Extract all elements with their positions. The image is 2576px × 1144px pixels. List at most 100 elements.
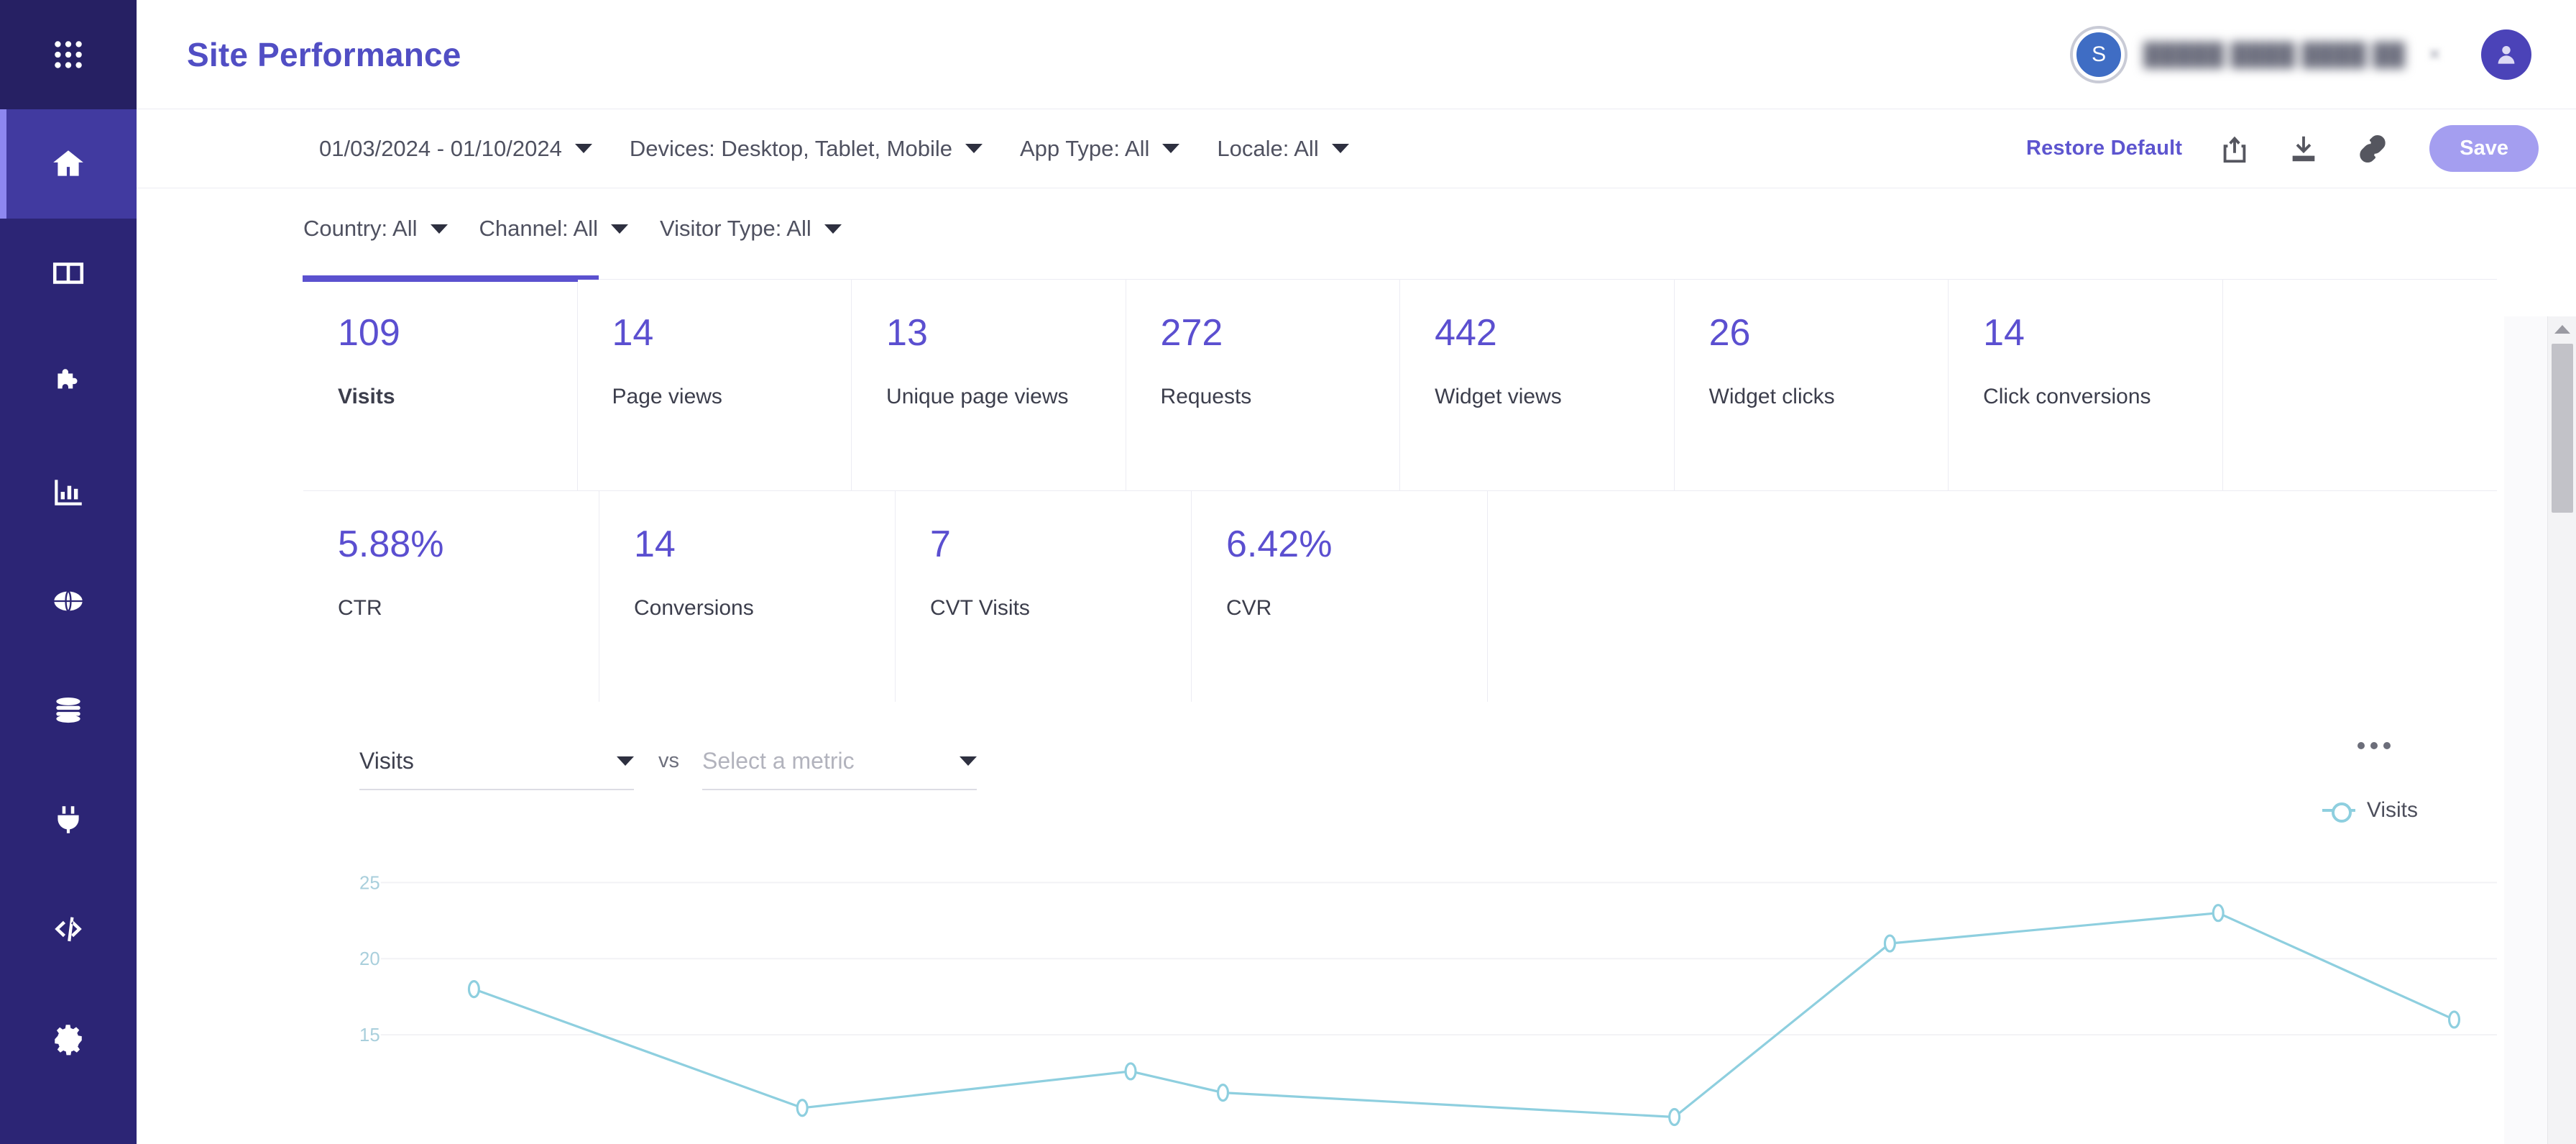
user-profile-button[interactable] (2481, 29, 2531, 80)
sidebar-item-developer[interactable] (0, 874, 137, 984)
chevron-down-icon (574, 144, 592, 153)
kpi-value: 14 (1983, 312, 2025, 354)
legend-label: Visits (2366, 798, 2418, 822)
kpi-card-requests[interactable]: 272 Requests (1126, 280, 1401, 490)
kpi-card-empty (1488, 491, 1784, 702)
secondary-metric-select[interactable]: Select a metric (702, 748, 977, 790)
locale-filter-label: Locale: All (1217, 135, 1319, 161)
visitor-type-filter-label: Visitor Type: All (659, 216, 811, 241)
puzzle-piece-icon (50, 365, 86, 401)
country-filter[interactable]: Country: All (303, 216, 448, 242)
channel-filter[interactable]: Channel: All (479, 216, 628, 242)
close-icon[interactable]: × (2428, 42, 2441, 67)
chevron-down-icon (960, 756, 977, 766)
layout-columns-icon (50, 255, 86, 291)
kpi-value: 109 (338, 312, 400, 354)
kpi-grid: 109 Visits 14 Page views 13 Unique page … (303, 275, 2498, 702)
kpi-card-click-conversions[interactable]: 14 Click conversions (1949, 280, 2223, 490)
gear-icon (50, 1020, 86, 1056)
chevron-down-icon (430, 224, 448, 234)
svg-text:15: 15 (359, 1025, 380, 1045)
chevron-down-icon (1162, 144, 1180, 153)
kpi-label: Requests (1160, 385, 1252, 408)
sidebar-item-integrations[interactable] (0, 765, 137, 874)
page-title: Site Performance (187, 35, 461, 73)
legend-marker-icon (2322, 802, 2355, 823)
vs-label: vs (658, 749, 679, 772)
devices-filter[interactable]: Devices: Desktop, Tablet, Mobile (630, 136, 983, 162)
kpi-label: Page views (612, 385, 722, 408)
save-button[interactable]: Save (2429, 125, 2539, 172)
sidebar-item-global[interactable] (0, 546, 137, 656)
devices-filter-label: Devices: Desktop, Tablet, Mobile (629, 135, 952, 161)
database-icon (50, 692, 86, 728)
filter-bar-actions: Restore Default Save (2026, 125, 2539, 172)
chevron-down-icon (617, 756, 634, 766)
app-type-filter[interactable]: App Type: All (1020, 136, 1180, 162)
download-icon[interactable] (2287, 132, 2320, 165)
sidebar-item-settings[interactable] (0, 984, 137, 1093)
sidebar-item-analytics[interactable] (0, 437, 137, 546)
primary-metric-select[interactable]: Visits (359, 748, 634, 790)
chart-metric-controls: Visits vs Select a metric (303, 748, 2497, 790)
header-account-area: S █████ ████ ████ ██ × (2073, 28, 2547, 81)
scroll-up-arrow[interactable] (2548, 316, 2576, 342)
share-icon[interactable] (2218, 132, 2251, 165)
sidebar-item-layout[interactable] (0, 219, 137, 328)
kpi-card-ctr[interactable]: 5.88% CTR (303, 491, 599, 702)
kpi-value: 442 (1435, 312, 1497, 354)
kpi-card-widget-views[interactable]: 442 Widget views (1400, 280, 1675, 490)
kpi-card-visits[interactable]: 109 Visits (303, 275, 599, 490)
visitor-type-filter[interactable]: Visitor Type: All (660, 216, 842, 242)
sidebar-item-apps[interactable] (0, 0, 137, 109)
country-filter-label: Country: All (303, 216, 418, 241)
primary-metric-value: Visits (359, 748, 414, 774)
vertical-scrollbar[interactable] (2547, 316, 2576, 1144)
right-gutter (2504, 316, 2547, 1144)
visits-line-chart: 25 20 15 (359, 873, 2497, 1127)
metric-chart-panel: Visits vs Select a metric Visits 25 20 15 (303, 702, 2497, 1127)
app-root: Site Performance S █████ ████ ████ ██ × … (0, 0, 2576, 1144)
date-range-filter-label: 01/03/2024 - 01/10/2024 (319, 135, 562, 161)
kpi-card-page-views[interactable]: 14 Page views (577, 280, 852, 490)
locale-filter[interactable]: Locale: All (1217, 135, 1349, 162)
kpi-label: CTR (338, 596, 382, 620)
user-icon (2498, 45, 2515, 64)
bar-chart-icon (50, 474, 86, 510)
restore-default-button[interactable]: Restore Default (2026, 137, 2182, 160)
more-options-icon[interactable] (2358, 742, 2391, 749)
sidebar-item-extensions[interactable] (0, 328, 137, 437)
link-icon[interactable] (2356, 132, 2389, 165)
kpi-value: 14 (634, 523, 676, 565)
filter-bar-primary: 01/03/2024 - 01/10/2024 Devices: Desktop… (137, 109, 2576, 188)
channel-filter-label: Channel: All (479, 216, 598, 241)
kpi-value: 5.88% (338, 523, 444, 565)
kpi-value: 13 (886, 312, 928, 354)
kpi-label: CVR (1226, 596, 1272, 620)
date-range-filter[interactable]: 01/03/2024 - 01/10/2024 (319, 136, 592, 162)
kpi-label: Unique page views (886, 385, 1069, 408)
kpi-label: Widget views (1435, 385, 1562, 408)
svg-text:20: 20 (359, 949, 380, 969)
main-content: Site Performance S █████ ████ ████ ██ × … (137, 0, 2576, 1144)
filter-bar-secondary: Country: All Channel: All Visitor Type: … (137, 188, 2576, 269)
kpi-label: CVT Visits (930, 596, 1030, 620)
sidebar-item-home[interactable] (0, 109, 137, 219)
kpi-card-unique-page-views[interactable]: 13 Unique page views (852, 280, 1126, 490)
kpi-card-widget-clicks[interactable]: 26 Widget clicks (1674, 280, 1949, 490)
kpi-card-cvr[interactable]: 6.42% CVR (1192, 491, 1488, 702)
kpi-card-empty (2222, 280, 2498, 490)
sidebar-item-data[interactable] (0, 656, 137, 765)
chevron-down-icon (610, 224, 628, 234)
kpi-card-conversions[interactable]: 14 Conversions (599, 491, 896, 702)
secondary-metric-placeholder: Select a metric (702, 748, 855, 774)
kpi-value: 7 (930, 523, 951, 565)
account-avatar[interactable]: S (2073, 28, 2125, 81)
globe-icon (50, 583, 86, 619)
kpi-card-cvt-visits[interactable]: 7 CVT Visits (896, 491, 1192, 702)
chart-legend[interactable]: Visits (2322, 798, 2418, 823)
scrollbar-thumb[interactable] (2551, 344, 2573, 513)
kpi-label: Conversions (634, 596, 754, 620)
svg-text:25: 25 (359, 873, 380, 893)
kpi-label: Visits (338, 385, 395, 408)
